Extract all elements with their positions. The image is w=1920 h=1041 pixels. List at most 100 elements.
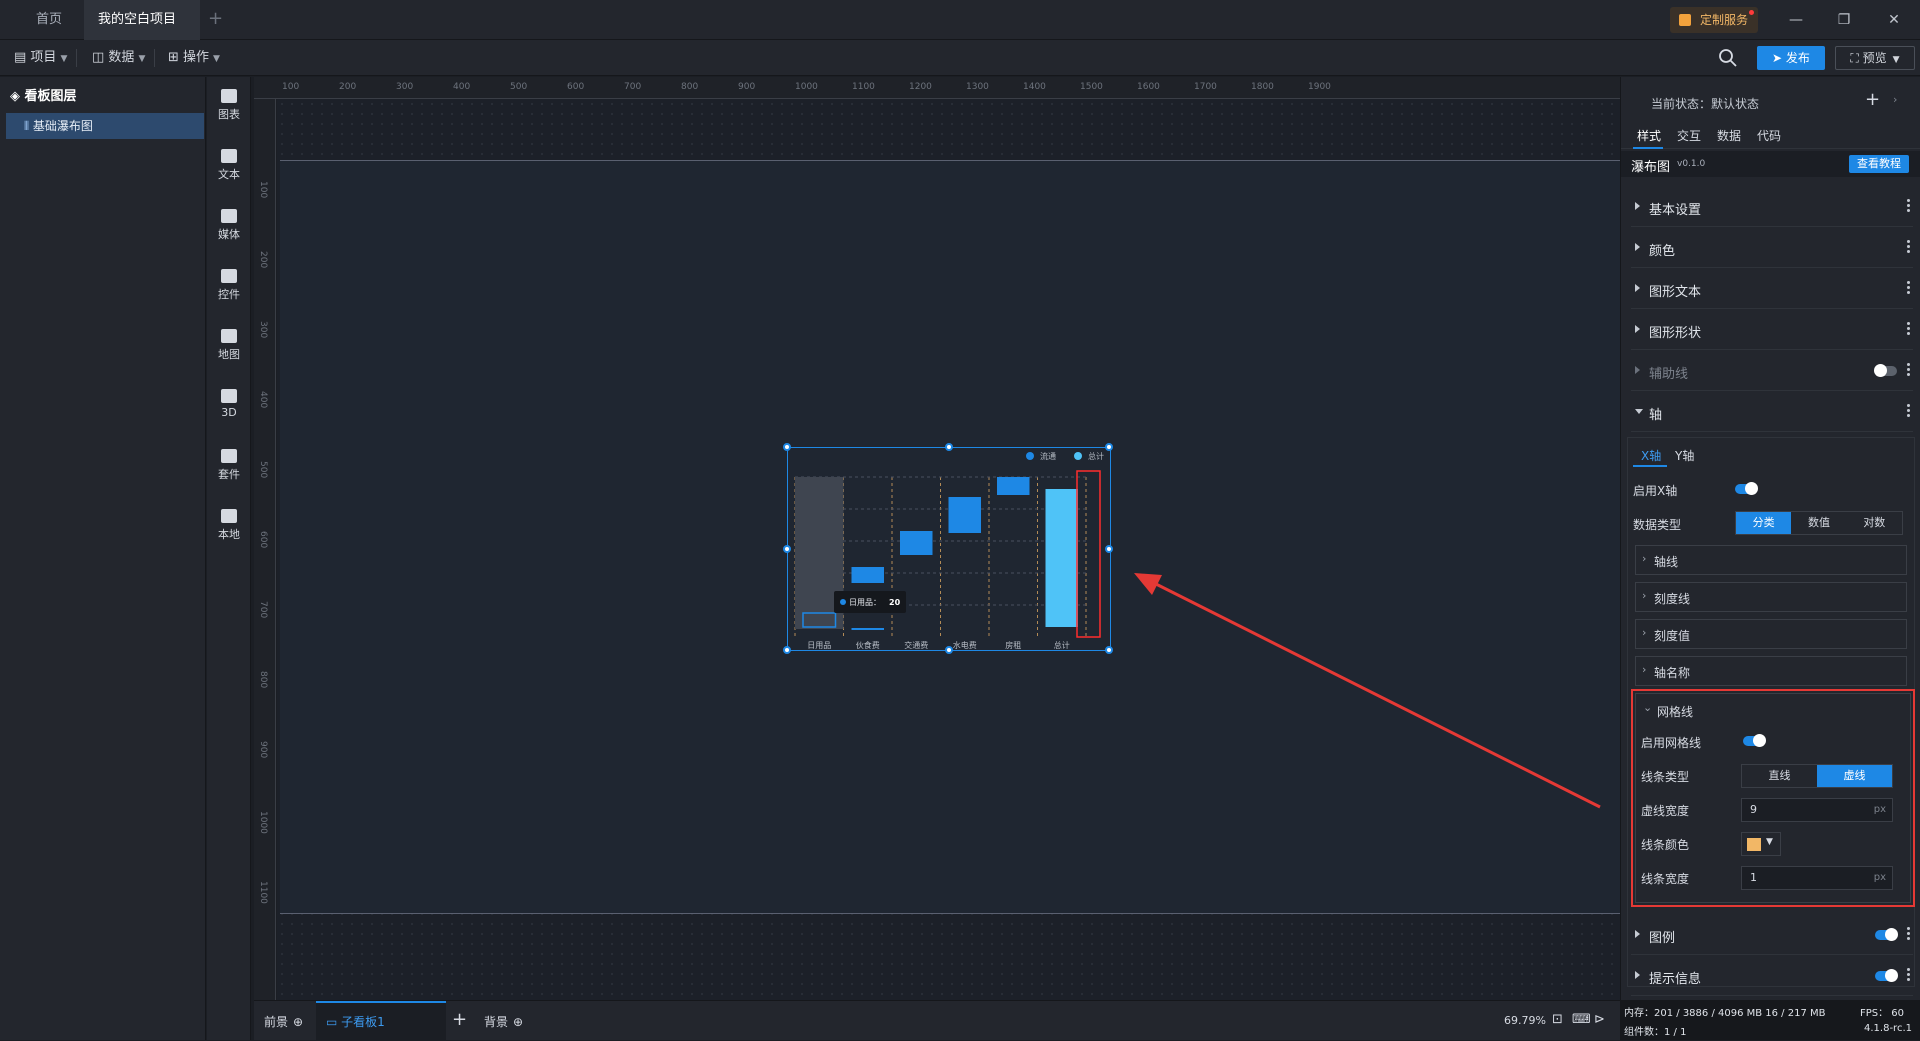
- close-icon[interactable]: ✕: [1882, 8, 1906, 32]
- grid-enable-toggle[interactable]: [1743, 734, 1766, 747]
- section-guide[interactable]: 辅助线: [1631, 351, 1913, 391]
- more-icon[interactable]: [1907, 361, 1911, 379]
- line-type-solid[interactable]: 直线: [1742, 765, 1817, 787]
- ruler-label: 600: [258, 531, 268, 549]
- preview-button[interactable]: ⛶ 预览 ▼: [1835, 46, 1915, 70]
- enable-x-label: 启用X轴: [1633, 484, 1678, 498]
- zoom-level[interactable]: 69.79%: [1504, 1014, 1546, 1027]
- comp-media[interactable]: 媒体: [207, 209, 251, 242]
- section-axis[interactable]: 轴: [1631, 392, 1913, 432]
- line-type-segment[interactable]: 直线 虚线: [1741, 764, 1893, 788]
- add-circle-icon[interactable]: ⊕: [513, 1015, 523, 1029]
- more-icon[interactable]: [1907, 238, 1911, 256]
- guide-toggle[interactable]: [1874, 364, 1897, 377]
- keyboard-icon[interactable]: ⌨: [1572, 1012, 1591, 1027]
- comp-local[interactable]: 本地: [207, 509, 251, 542]
- resize-handle[interactable]: [945, 646, 953, 654]
- tab-code[interactable]: 代码: [1757, 127, 1781, 144]
- dash-width-input[interactable]: 9 px: [1741, 798, 1893, 822]
- ruler-label: 200: [339, 82, 357, 92]
- chevron-right-icon[interactable]: ›: [1893, 93, 1897, 106]
- comp-3d[interactable]: 3D: [207, 389, 251, 419]
- subboard-tab[interactable]: ▭ 子看板1: [316, 1001, 446, 1041]
- more-icon[interactable]: [1907, 320, 1911, 338]
- comp-kit[interactable]: 套件: [207, 449, 251, 482]
- more-icon[interactable]: [1907, 402, 1911, 420]
- terminal-icon[interactable]: ⊳: [1594, 1012, 1605, 1027]
- add-circle-icon[interactable]: ⊕: [293, 1015, 303, 1029]
- publish-button[interactable]: ➤ 发布: [1757, 46, 1825, 70]
- dash-width-label: 虚线宽度: [1641, 804, 1690, 818]
- section-shape-text[interactable]: 图形文本: [1631, 269, 1913, 309]
- resize-handle[interactable]: [783, 545, 791, 553]
- tab-x-axis[interactable]: X轴: [1641, 447, 1661, 464]
- sub-tick-line-label: 刻度线: [1654, 592, 1691, 606]
- tab-project[interactable]: 我的空白项目: [84, 0, 200, 64]
- resize-handle[interactable]: [783, 646, 791, 654]
- layer-item-waterfall[interactable]: ⫴ 基础瀑布图: [6, 113, 204, 139]
- tooltip-toggle[interactable]: [1875, 969, 1898, 982]
- section-tooltip[interactable]: 提示信息: [1631, 956, 1913, 996]
- sub-axis-name[interactable]: › 轴名称: [1635, 656, 1907, 686]
- sub-axis-line[interactable]: › 轴线: [1635, 545, 1907, 575]
- more-icon[interactable]: [1907, 966, 1911, 984]
- component-version: v0.1.0: [1677, 159, 1706, 169]
- add-state-icon[interactable]: +: [1865, 89, 1880, 110]
- comp-text[interactable]: 文本: [207, 149, 251, 182]
- project-menu-label: 项目: [30, 50, 57, 65]
- chevron-down-icon[interactable]: ⌄: [1643, 701, 1652, 714]
- tab-y-axis[interactable]: Y轴: [1675, 447, 1694, 464]
- add-tab-icon[interactable]: +: [208, 8, 223, 29]
- resize-handle[interactable]: [945, 443, 953, 451]
- grid-title[interactable]: 网格线: [1657, 703, 1693, 720]
- data-type-log[interactable]: 对数: [1847, 512, 1902, 534]
- background-tab[interactable]: 背景 ⊕: [484, 1013, 523, 1030]
- selection-box[interactable]: [783, 443, 1113, 654]
- search-icon[interactable]: [1718, 48, 1738, 68]
- data-type-value[interactable]: 数值: [1791, 512, 1846, 534]
- data-type-category[interactable]: 分类: [1736, 512, 1792, 534]
- resize-handle[interactable]: [1105, 443, 1113, 451]
- tab-interaction[interactable]: 交互: [1677, 127, 1701, 144]
- more-icon[interactable]: [1907, 925, 1911, 943]
- resize-handle[interactable]: [783, 443, 791, 451]
- comp-control[interactable]: 控件: [207, 269, 251, 302]
- legend-toggle[interactable]: [1875, 928, 1898, 941]
- line-type-dashed[interactable]: 虚线: [1817, 765, 1892, 787]
- project-menu[interactable]: ▤ 项目 ▼: [14, 40, 78, 76]
- tutorial-button[interactable]: 查看教程: [1849, 155, 1909, 173]
- custom-service-button[interactable]: 定制服务: [1670, 7, 1759, 33]
- restore-icon[interactable]: ❐: [1832, 8, 1856, 32]
- section-basic[interactable]: 基本设置: [1631, 187, 1913, 227]
- comp-chart[interactable]: 图表: [207, 89, 251, 122]
- minimize-icon[interactable]: —: [1784, 8, 1808, 32]
- comp-map[interactable]: 地图: [207, 329, 251, 362]
- resize-handle[interactable]: [1105, 646, 1113, 654]
- add-board-icon[interactable]: +: [452, 1009, 467, 1030]
- enable-x-toggle[interactable]: [1735, 482, 1758, 495]
- chevron-down-icon: ▼: [1766, 837, 1773, 847]
- tab-home[interactable]: 首页: [14, 0, 84, 40]
- sub-tick-value[interactable]: › 刻度值: [1635, 619, 1907, 649]
- x-axis-indicator: [1633, 465, 1667, 467]
- section-legend[interactable]: 图例: [1631, 915, 1913, 955]
- tab-data[interactable]: 数据: [1717, 127, 1741, 144]
- resize-handle[interactable]: [1105, 545, 1113, 553]
- more-icon[interactable]: [1907, 197, 1911, 215]
- sub-tick-line[interactable]: › 刻度线: [1635, 582, 1907, 612]
- line-width-input[interactable]: 1 px: [1741, 866, 1893, 890]
- section-color-label: 颜色: [1649, 244, 1676, 259]
- operate-menu[interactable]: ⊞ 操作 ▼: [168, 40, 220, 76]
- data-menu[interactable]: ◫ 数据 ▼: [92, 40, 156, 76]
- section-shape[interactable]: 图形形状: [1631, 310, 1913, 350]
- fit-screen-icon[interactable]: ⊡: [1552, 1012, 1563, 1027]
- foreground-tab[interactable]: 前景 ⊕: [264, 1013, 303, 1030]
- chevron-right-icon: ›: [1642, 552, 1647, 565]
- section-shape-label: 图形形状: [1649, 326, 1702, 341]
- section-color[interactable]: 颜色: [1631, 228, 1913, 268]
- tab-style[interactable]: 样式: [1637, 127, 1661, 144]
- more-icon[interactable]: [1907, 279, 1911, 297]
- line-color-picker[interactable]: ▼: [1741, 832, 1781, 856]
- data-type-segment[interactable]: 分类 数值 对数: [1735, 511, 1903, 535]
- section-axis-label: 轴: [1649, 408, 1663, 423]
